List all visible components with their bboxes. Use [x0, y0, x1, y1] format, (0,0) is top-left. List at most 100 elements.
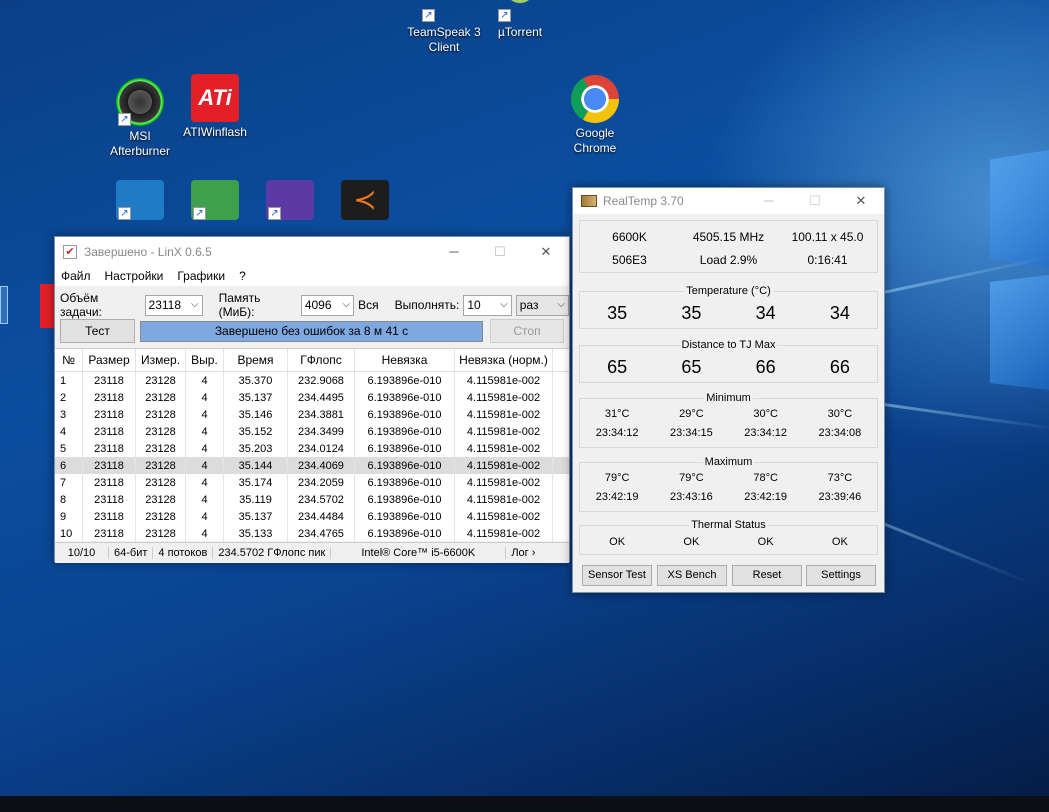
table-cell: 4.115981e-002 [455, 491, 553, 508]
table-row[interactable]: 4 23118 23128 4 35.152 234.3499 6.193896e-010 4… [55, 423, 569, 440]
table-cell: 23128 [136, 457, 186, 474]
table-cell: 4 [186, 423, 224, 440]
results-table[interactable]: № Размер Измер. Выр. Время ГФлопс Невязка Невяз… [55, 348, 569, 542]
table-header: № Размер Измер. Выр. Время ГФлопс Невязка Невяз… [55, 349, 569, 372]
chevron-down-icon: ⌵ [191, 298, 199, 310]
sensor-test-button[interactable]: Sensor Test [582, 565, 652, 586]
xs-bench-button[interactable]: XS Bench [657, 565, 727, 586]
column-header[interactable]: ГФлопс [288, 349, 355, 371]
table-cell: 4.115981e-002 [455, 457, 553, 474]
table-cell: 4.115981e-002 [455, 406, 553, 423]
table-cell: 35.119 [224, 491, 288, 508]
thermal-status: OK [757, 536, 774, 548]
desktop-icon-utorrent[interactable]: ↗ µTorrent [475, 0, 565, 40]
table-cell: 23118 [83, 525, 136, 542]
table-row[interactable]: 10 23118 23128 4 35.133 234.4765 6.193896e-010… [55, 525, 569, 542]
chevron-down-icon: ⌵ [557, 298, 565, 310]
table-cell: 23128 [136, 491, 186, 508]
core-distance: 66 [829, 357, 850, 377]
desktop-icon-partial-red[interactable] [40, 284, 54, 328]
minimize-button[interactable]: ─ [746, 188, 792, 214]
run-count-combo[interactable]: 10 ⌵ [463, 294, 512, 316]
minimize-button[interactable]: ─ [431, 237, 477, 266]
menu-settings[interactable]: Настройки [105, 269, 164, 283]
desktop-icon-partial[interactable] [0, 286, 8, 324]
cpu-stepping: 506E3 [612, 253, 647, 267]
shortcut-arrow-icon: ↗ [193, 207, 206, 220]
table-cell: 35.137 [224, 389, 288, 406]
settings-button[interactable]: Settings [806, 565, 876, 586]
reset-button[interactable]: Reset [732, 565, 802, 586]
task-size-label: Объём задачи: [60, 291, 102, 319]
column-header[interactable]: Выр. [186, 349, 224, 371]
table-cell: 1 [55, 372, 83, 389]
column-header[interactable]: Размер [83, 349, 136, 371]
table-cell: 234.0124 [288, 440, 355, 457]
column-header[interactable]: № [55, 349, 83, 371]
table-cell: 35.203 [224, 440, 288, 457]
table-row[interactable]: 3 23118 23128 4 35.146 234.3881 6.193896e-010 4… [55, 406, 569, 423]
log-button[interactable]: Лог › [506, 547, 540, 559]
table-cell: 23118 [83, 491, 136, 508]
task-size-combo[interactable]: 23118 ⌵ [144, 294, 203, 316]
table-cell: 6.193896e-010 [355, 474, 455, 491]
test-button[interactable]: Тест [60, 319, 135, 343]
table-row[interactable]: 7 23118 23128 4 35.174 234.2059 6.193896e-010 4… [55, 474, 569, 491]
run-unit-combo[interactable]: раз ⌵ [515, 294, 569, 316]
table-row[interactable]: 1 23118 23128 4 35.370 232.9068 6.193896e-010 4… [55, 372, 569, 389]
linx-titlebar[interactable]: ✔ Завершено - LinX 0.6.5 ─ ☐ ✕ [55, 237, 569, 266]
table-cell: 232.9068 [288, 372, 355, 389]
desktop-icon-chrome[interactable]: Google Chrome [550, 75, 640, 156]
table-row[interactable]: 9 23118 23128 4 35.137 234.4484 6.193896e-010 4… [55, 508, 569, 525]
menu-help[interactable]: ? [239, 269, 246, 283]
realtemp-app-icon [581, 195, 597, 207]
table-cell: 6.193896e-010 [355, 457, 455, 474]
column-header[interactable]: Время [224, 349, 288, 371]
max-time: 23:42:19 [744, 491, 788, 503]
desktop-icon-atiwinflash[interactable]: ATi ATIWinflash [170, 74, 260, 140]
table-cell: 35.144 [224, 457, 288, 474]
menu-graphs[interactable]: Графики [177, 269, 225, 283]
realtemp-title: RealTemp 3.70 [603, 194, 684, 208]
utorrent-icon: ↗ [496, 0, 544, 22]
memory-combo[interactable]: 4096 ⌵ [300, 294, 355, 316]
shortcut-arrow-icon: ↗ [118, 113, 131, 126]
table-cell: 23118 [83, 423, 136, 440]
stop-button[interactable]: Стоп [490, 319, 564, 343]
column-header[interactable]: Невязка (норм.) [455, 349, 553, 371]
thermal-title: Thermal Status [689, 519, 768, 531]
task-size-value: 23118 [148, 298, 182, 312]
run-unit-value: раз [519, 298, 539, 312]
msi-afterburner-icon: ↗ [116, 78, 164, 126]
table-cell: 4 [186, 372, 224, 389]
taskbar[interactable] [0, 796, 1049, 812]
maximize-button[interactable]: ☐ [792, 188, 838, 214]
table-cell: 234.2059 [288, 474, 355, 491]
max-temp: 78°C [753, 472, 778, 484]
memory-label: Память (МиБ): [218, 291, 261, 319]
column-header[interactable]: Невязка [355, 349, 455, 371]
min-time: 23:34:08 [818, 427, 862, 439]
uptime: 0:16:41 [807, 253, 848, 267]
desktop-icon-label: Google Chrome [573, 126, 617, 155]
close-button[interactable]: ✕ [523, 237, 569, 266]
table-row[interactable]: 2 23118 23128 4 35.137 234.4495 6.193896e-010 4… [55, 389, 569, 406]
desktop-icon-3dmark[interactable]: ≺ [320, 180, 410, 223]
max-temp: 79°C [679, 472, 704, 484]
temperature-title: Temperature (°C) [684, 285, 773, 297]
table-row[interactable]: 6 23118 23128 4 35.144 234.4069 6.193896e-010 4… [55, 457, 569, 474]
all-memory-label[interactable]: Вся [358, 298, 379, 312]
progress-bar: Завершено без ошибок за 8 м 41 с [140, 321, 483, 342]
close-button[interactable]: ✕ [838, 188, 884, 214]
table-row[interactable]: 8 23118 23128 4 35.119 234.5702 6.193896e-010 4… [55, 491, 569, 508]
maximize-button[interactable]: ☐ [477, 237, 523, 266]
distance-title: Distance to TJ Max [679, 339, 778, 351]
table-cell: 6.193896e-010 [355, 525, 455, 542]
realtemp-titlebar[interactable]: RealTemp 3.70 ─ ☐ ✕ [573, 188, 884, 214]
table-row[interactable]: 5 23118 23128 4 35.203 234.0124 6.193896e-010 4… [55, 440, 569, 457]
column-header[interactable]: Измер. [136, 349, 186, 371]
menu-file[interactable]: Файл [61, 269, 91, 283]
table-cell: 35.137 [224, 508, 288, 525]
linx-window: ✔ Завершено - LinX 0.6.5 ─ ☐ ✕ Файл Наст… [54, 236, 570, 563]
table-cell: 234.5702 [288, 491, 355, 508]
